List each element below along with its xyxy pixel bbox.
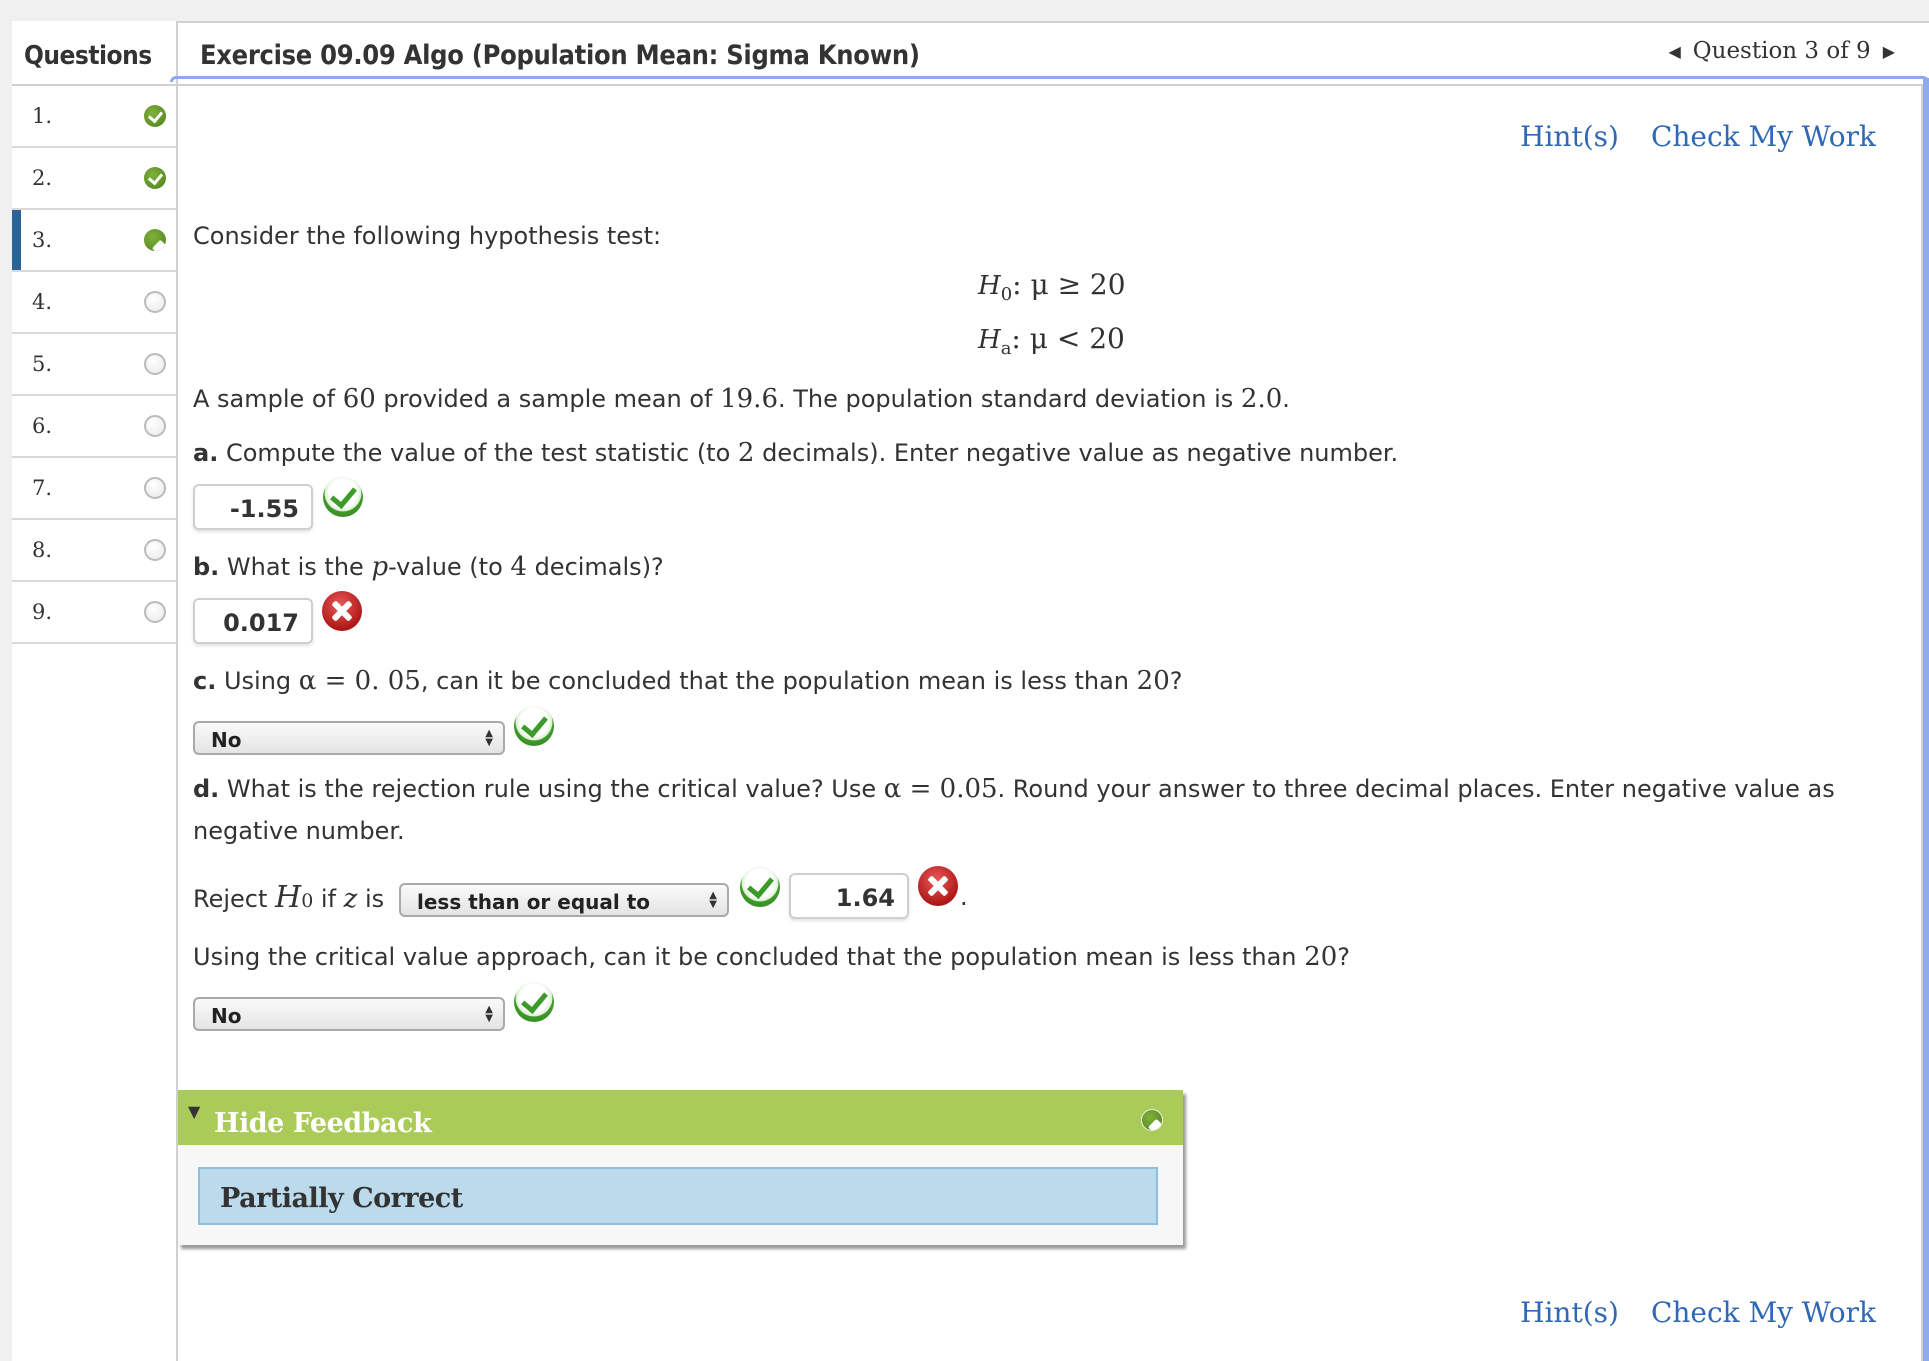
- partial-complete-icon: [1141, 1109, 1163, 1131]
- bottom-actions: Hint(s) Check My Work: [1520, 1296, 1876, 1329]
- question-number: 1.: [32, 104, 53, 128]
- sidebar-title: Questions: [12, 21, 176, 86]
- sidebar-item-3[interactable]: 3.: [12, 210, 176, 272]
- sidebar-item-6[interactable]: 6.: [12, 396, 176, 458]
- exercise-title: Exercise 09.09 Algo (Population Mean: Si…: [200, 40, 920, 71]
- header-divider: [178, 84, 1923, 86]
- sample-description: A sample of 60 provided a sample mean of…: [193, 384, 1290, 414]
- question-navigator: ◀ Question 3 of 9 ▶: [1668, 38, 1895, 64]
- null-hypothesis: H0: μ ≥ 20: [978, 268, 1126, 305]
- question-number: 4.: [32, 290, 53, 314]
- sidebar-item-2[interactable]: 2.: [12, 148, 176, 210]
- check-my-work-link[interactable]: Check My Work: [1651, 120, 1876, 153]
- part-c-prompt: c. Using α = 0. 05, can it be concluded …: [193, 666, 1183, 696]
- triangle-right-icon[interactable]: ▶: [1883, 42, 1895, 61]
- select-arrows-icon: ▲ ▼: [709, 890, 717, 910]
- intro-text: Consider the following hypothesis test:: [193, 222, 662, 250]
- question-number: 9.: [32, 600, 53, 624]
- check-complete-icon: [144, 105, 166, 127]
- sidebar-item-9[interactable]: 9.: [12, 582, 176, 644]
- part-e-prompt: Using the critical value approach, can i…: [193, 942, 1350, 972]
- top-actions: Hint(s) Check My Work: [1520, 120, 1876, 153]
- rejection-rule-label: Reject H0 if z is: [193, 880, 385, 915]
- rejection-operator-select[interactable]: less than or equal to ▲ ▼: [399, 883, 729, 917]
- sidebar-item-8[interactable]: 8.: [12, 520, 176, 582]
- hints-link[interactable]: Hint(s): [1520, 1296, 1619, 1329]
- not-started-icon: [144, 477, 166, 499]
- question-position: Question 3 of 9: [1692, 38, 1871, 64]
- sidebar-item-5[interactable]: 5.: [12, 334, 176, 396]
- not-started-icon: [144, 353, 166, 375]
- correct-check-icon: [323, 477, 363, 517]
- critical-value-input[interactable]: 1.64: [789, 873, 909, 919]
- part-d-prompt: d. What is the rejection rule using the …: [193, 774, 1835, 804]
- correct-check-icon: [514, 706, 554, 746]
- not-started-icon: [144, 539, 166, 561]
- not-started-icon: [144, 415, 166, 437]
- select-arrows-icon: ▲ ▼: [485, 1004, 493, 1024]
- conclusion-select[interactable]: No ▲ ▼: [193, 721, 505, 755]
- check-complete-icon: [144, 167, 166, 189]
- partial-complete-icon: [144, 229, 166, 251]
- question-number: 2.: [32, 166, 53, 190]
- correct-check-icon: [740, 867, 780, 907]
- feedback-panel: ▼ Hide Feedback Partially Correct: [178, 1090, 1183, 1245]
- select-arrows-icon: ▲ ▼: [485, 728, 493, 748]
- incorrect-x-icon: [918, 866, 958, 906]
- question-number: 5.: [32, 352, 53, 376]
- sidebar-item-4[interactable]: 4.: [12, 272, 176, 334]
- sidebar-item-7[interactable]: 7.: [12, 458, 176, 520]
- period: .: [960, 883, 968, 911]
- hints-link[interactable]: Hint(s): [1520, 120, 1619, 153]
- feedback-result: Partially Correct: [198, 1167, 1158, 1225]
- right-divider: [1921, 84, 1923, 1361]
- triangle-left-icon[interactable]: ◀: [1668, 42, 1680, 61]
- not-started-icon: [144, 601, 166, 623]
- hide-feedback-toggle[interactable]: ▼ Hide Feedback: [178, 1090, 1183, 1145]
- test-statistic-input[interactable]: -1.55: [193, 484, 313, 530]
- check-my-work-link[interactable]: Check My Work: [1651, 1296, 1876, 1329]
- not-started-icon: [144, 291, 166, 313]
- p-value-input[interactable]: 0.017: [193, 598, 313, 644]
- critical-approach-conclusion-select[interactable]: No ▲ ▼: [193, 997, 505, 1031]
- incorrect-x-icon: [322, 591, 362, 631]
- sidebar-item-1[interactable]: 1.: [12, 86, 176, 148]
- questions-sidebar: Questions 1. 2. 3. 4. 5. 6. 7. 8. 9.: [12, 21, 178, 1361]
- part-a-prompt: a. Compute the value of the test statist…: [193, 438, 1399, 468]
- part-d-prompt-cont: negative number.: [193, 817, 405, 845]
- part-b-prompt: b. What is the p-value (to 4 decimals)?: [193, 552, 664, 582]
- triangle-down-icon: ▼: [188, 1102, 200, 1121]
- focus-outline: [170, 76, 1929, 82]
- focus-outline-right: [1923, 78, 1929, 1361]
- alternative-hypothesis: Ha: μ < 20: [978, 322, 1125, 359]
- question-number: 8.: [32, 538, 53, 562]
- correct-check-icon: [514, 982, 554, 1022]
- question-number: 7.: [32, 476, 53, 500]
- question-number: 6.: [32, 414, 53, 438]
- question-number: 3.: [32, 228, 53, 252]
